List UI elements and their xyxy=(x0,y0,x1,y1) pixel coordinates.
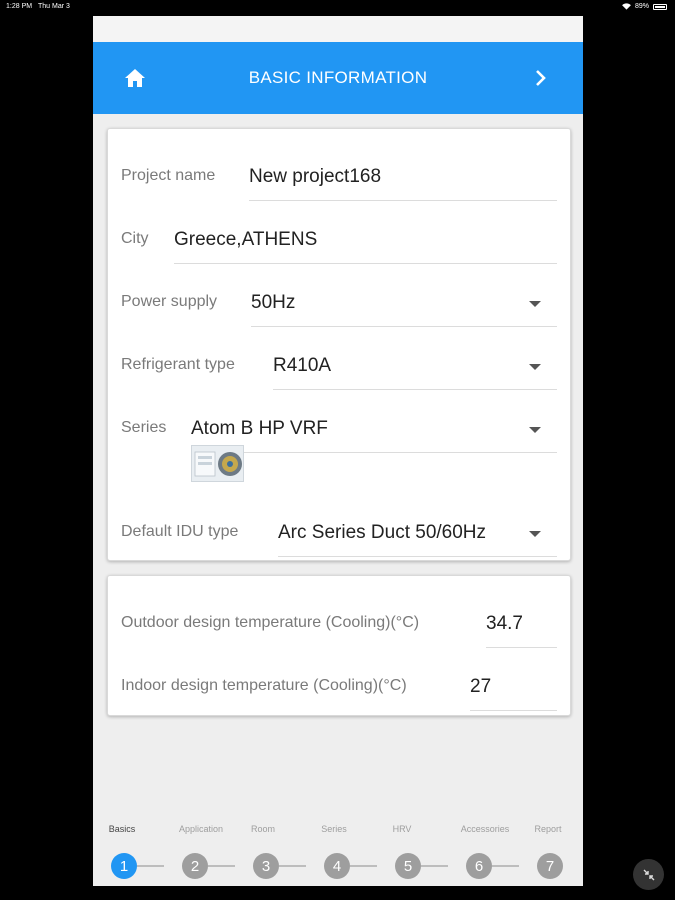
step-label-series: Series xyxy=(321,824,347,834)
outdoor-temp-row: Outdoor design temperature (Cooling)(°C)… xyxy=(121,586,557,648)
default-idu-type-label: Default IDU type xyxy=(121,523,239,540)
app-header: BASIC INFORMATION xyxy=(93,42,583,114)
city-value: Greece,ATHENS xyxy=(174,229,318,250)
design-temperature-card: Outdoor design temperature (Cooling)(°C)… xyxy=(107,575,571,716)
top-strip xyxy=(93,16,583,42)
outdoor-temp-value: 34.7 xyxy=(486,613,523,634)
collapse-arrows-icon xyxy=(643,869,654,880)
series-label: Series xyxy=(121,419,167,436)
step-label-application: Application xyxy=(178,824,224,834)
step-label-basics: Basics xyxy=(108,824,136,834)
basic-info-card: Project name New project168 City Greece,… xyxy=(107,128,571,561)
app-window: BASIC INFORMATION Project name New proje… xyxy=(93,16,583,886)
default-idu-type-row: Default IDU type Arc Series Duct 50/60Hz xyxy=(121,495,557,557)
project-name-value: New project168 xyxy=(249,166,382,187)
step-connector xyxy=(492,865,519,867)
step-7-report[interactable]: 7 xyxy=(537,853,563,879)
outdoor-temp-label: Outdoor design temperature (Cooling)(°C) xyxy=(121,614,420,631)
step-5-hrv[interactable]: 5 xyxy=(395,853,421,879)
status-time: 1:28 PM xyxy=(6,3,33,10)
page-title: BASIC INFORMATION xyxy=(248,68,428,87)
dropdown-arrow-icon xyxy=(529,301,541,307)
series-select[interactable]: Atom B HP VRF xyxy=(191,405,557,453)
refrigerant-type-label: Refrigerant type xyxy=(121,356,235,373)
city-row: City Greece,ATHENS xyxy=(121,202,557,264)
series-row: Series Atom B HP VRF xyxy=(121,391,557,453)
collapse-button[interactable] xyxy=(633,859,664,890)
power-supply-select[interactable]: 50Hz xyxy=(251,279,557,327)
step-1-basics[interactable]: 1 xyxy=(111,853,137,879)
default-idu-type-value: Arc Series Duct 50/60Hz xyxy=(278,522,487,543)
dropdown-arrow-icon xyxy=(529,364,541,370)
step-2-application[interactable]: 2 xyxy=(182,853,208,879)
power-supply-value: 50Hz xyxy=(251,292,296,313)
step-connector xyxy=(421,865,448,867)
step-connector xyxy=(208,865,235,867)
chevron-right-icon[interactable] xyxy=(533,66,549,90)
step-connector xyxy=(279,865,306,867)
battery-percent: 89% xyxy=(634,3,649,10)
refrigerant-type-select[interactable]: R410A xyxy=(273,342,557,390)
indoor-temp-input[interactable]: 27 xyxy=(470,663,557,711)
step-label-room: Room xyxy=(250,824,276,834)
status-date: Thu Mar 3 xyxy=(38,3,70,10)
city-label: City xyxy=(121,230,149,247)
project-name-row: Project name New project168 xyxy=(121,139,557,201)
status-bar: 1:28 PM Thu Mar 3 89% xyxy=(0,0,675,14)
project-name-label: Project name xyxy=(121,167,216,184)
indoor-temp-label: Indoor design temperature (Cooling)(°C) xyxy=(121,677,407,694)
step-label-hrv: HRV xyxy=(392,824,412,834)
step-3-room[interactable]: 3 xyxy=(253,853,279,879)
project-name-input[interactable]: New project168 xyxy=(249,153,557,201)
step-6-accessories[interactable]: 6 xyxy=(466,853,492,879)
outdoor-temp-input[interactable]: 34.7 xyxy=(486,600,557,648)
power-supply-row: Power supply 50Hz xyxy=(121,265,557,327)
series-product-image xyxy=(191,445,244,482)
home-icon[interactable] xyxy=(123,66,147,90)
indoor-temp-value: 27 xyxy=(470,676,492,697)
step-connector xyxy=(137,865,164,867)
status-right: 89% xyxy=(622,3,667,10)
refrigerant-type-row: Refrigerant type R410A xyxy=(121,328,557,390)
step-connector xyxy=(350,865,377,867)
city-input[interactable]: Greece,ATHENS xyxy=(174,216,557,264)
step-4-series[interactable]: 4 xyxy=(324,853,350,879)
dropdown-arrow-icon xyxy=(529,531,541,537)
power-supply-label: Power supply xyxy=(121,293,218,310)
default-idu-type-select[interactable]: Arc Series Duct 50/60Hz xyxy=(278,509,557,557)
progress-stepper: Basics Application Room Series HRV Acces… xyxy=(93,816,583,886)
dropdown-arrow-icon xyxy=(529,427,541,433)
wifi-icon xyxy=(622,3,631,10)
battery-icon xyxy=(653,3,667,10)
refrigerant-type-value: R410A xyxy=(273,355,332,376)
series-value: Atom B HP VRF xyxy=(191,418,328,439)
step-label-report: Report xyxy=(534,824,562,834)
step-label-accessories: Accessories xyxy=(460,824,510,834)
indoor-temp-row: Indoor design temperature (Cooling)(°C) … xyxy=(121,649,557,711)
